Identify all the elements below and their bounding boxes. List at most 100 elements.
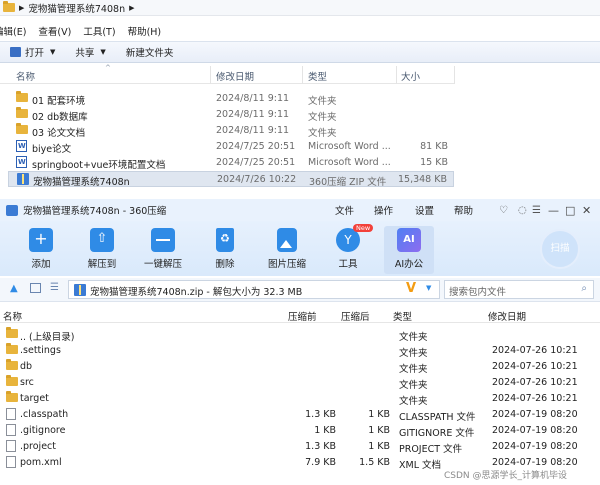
file-row[interactable]: 01 配套环境 2024/8/11 9:11 文件夹	[8, 91, 454, 107]
zip-size-before: 7.9 KB	[305, 457, 336, 468]
breadcrumb-arrow-icon: ▶	[129, 3, 135, 12]
zip-file-name: .gitignore	[20, 425, 66, 436]
file-size: 15,348 KB	[397, 174, 447, 185]
zip-file-type: CLASSPATH 文件	[399, 412, 476, 423]
add-label: 添加	[31, 259, 51, 270]
new-badge: New	[353, 224, 374, 232]
file-row[interactable]: 宠物猫管理系统7408n 2024/7/26 10:22 360压缩 ZIP 文件 1…	[8, 171, 454, 188]
search-icon[interactable]: ⌕	[581, 283, 587, 294]
dropdown-menu-icon[interactable]: ☰	[532, 205, 541, 216]
zip-file-row[interactable]: .. (上级目录) 文件夹	[4, 327, 596, 343]
zip-file-row[interactable]: .settings 文件夹 2024-07-26 10:21	[4, 343, 596, 359]
col-type[interactable]: 类型	[308, 69, 327, 83]
zip-path-field[interactable]: 宠物猫管理系统7408n.zip - 解包大小为 32.3 MB V ▼	[68, 280, 440, 299]
menu-view[interactable]: 查看(V)	[38, 24, 71, 38]
zip-file-type: 文件夹	[399, 348, 428, 359]
col-type[interactable]: 类型	[393, 309, 412, 323]
zip-file-type: 文件夹	[399, 380, 428, 391]
col-size[interactable]: 大小	[401, 69, 420, 83]
col-compressed-after[interactable]: 压缩后	[341, 309, 370, 323]
breadcrumb[interactable]: 宠物猫管理系统7408n	[28, 1, 125, 15]
delete-icon: ♻	[216, 228, 234, 252]
zip-file-date: 2024-07-26 10:21	[492, 377, 578, 388]
up-arrow-icon[interactable]: ▲	[10, 283, 18, 294]
file-name: 02 db数据库	[32, 112, 88, 123]
zip-file-type: PROJECT 文件	[399, 444, 463, 455]
file-type: 文件夹	[308, 96, 337, 107]
favorite-v-icon[interactable]: V	[406, 281, 416, 296]
zip-file-row[interactable]: .classpath 1.3 KB 1 KB CLASSPATH 文件 2024-07-…	[4, 407, 596, 423]
skin-icon[interactable]: ♡	[499, 205, 508, 216]
one-click-extract-button[interactable]: 一键解压	[138, 226, 188, 270]
ai-office-icon: AI	[397, 228, 421, 252]
address-bar[interactable]: ▶ 宠物猫管理系统7408n ▶	[0, 0, 600, 16]
explorer-toolbar: 打开 ▼ 共享 ▼ 新建文件夹	[0, 41, 600, 63]
zip-file-name: .project	[20, 441, 56, 452]
close-icon[interactable]: ✕	[582, 204, 591, 217]
folder-icon	[6, 343, 18, 354]
zip-search-input[interactable]: 搜索包内文件 ⌕	[444, 280, 594, 299]
zip-size-before: 1.3 KB	[305, 441, 336, 452]
file-row[interactable]: 02 db数据库 2024/8/11 9:11 文件夹	[8, 107, 454, 123]
scan-button[interactable]: 扫描	[540, 229, 580, 269]
menu-edit[interactable]: 编辑(E)	[0, 24, 26, 38]
zip-menu-settings[interactable]: 设置	[415, 203, 434, 217]
delete-label: 删除	[215, 259, 235, 270]
file-row[interactable]: biye论文 2024/7/25 20:51 Microsoft Word ... 8…	[8, 139, 454, 155]
zip-file-name: .classpath	[20, 409, 69, 420]
zip-menu-operate[interactable]: 操作	[374, 203, 393, 217]
zip-menu-file[interactable]: 文件	[335, 203, 354, 217]
zip-menu-help[interactable]: 帮助	[454, 203, 473, 217]
open-button[interactable]: 打开 ▼	[10, 45, 55, 59]
file-date: 2024/8/11 9:11	[216, 125, 290, 136]
zip-file-row[interactable]: .project 1.3 KB 1 KB PROJECT 文件 2024-07-19 0…	[4, 439, 596, 455]
zip-file-row[interactable]: src 文件夹 2024-07-26 10:21	[4, 375, 596, 391]
minimize-icon[interactable]: —	[548, 204, 559, 217]
col-date[interactable]: 修改日期	[488, 309, 526, 323]
ai-office-label: AI办公	[394, 259, 424, 270]
folder-icon	[6, 359, 18, 370]
col-compressed-before[interactable]: 压缩前	[288, 309, 317, 323]
menu-tools[interactable]: 工具(T)	[83, 24, 115, 38]
explorer-menu-bar: 编辑(E) 查看(V) 工具(T) 帮助(H)	[0, 22, 594, 40]
detail-view-icon[interactable]: ☰	[50, 282, 59, 293]
chevron-down-icon[interactable]: ▼	[426, 284, 431, 292]
explorer-window: ▶ 宠物猫管理系统7408n ▶ 编辑(E) 查看(V) 工具(T) 帮助(H)…	[0, 0, 600, 198]
sort-arrow-icon: ^	[105, 64, 111, 72]
zip-file-name: db	[20, 361, 33, 372]
zip-path-bar: ▲ ☰ 宠物猫管理系统7408n.zip - 解包大小为 32.3 MB V ▼…	[0, 278, 600, 302]
add-icon: +	[29, 228, 53, 252]
col-name[interactable]: 名称	[16, 69, 35, 83]
new-folder-button[interactable]: 新建文件夹	[126, 45, 174, 59]
list-view-icon[interactable]	[30, 283, 41, 293]
maximize-icon[interactable]: □	[565, 204, 575, 217]
zip-icon	[74, 284, 86, 296]
file-type: 360压缩 ZIP 文件	[309, 177, 387, 188]
col-name[interactable]: 名称	[3, 309, 22, 323]
zip-file-name: src	[20, 377, 34, 388]
file-type: 文件夹	[308, 128, 337, 139]
zip-size-after: 1 KB	[368, 409, 390, 420]
file-row[interactable]: springboot+vue环境配置文档 2024/7/25 20:51 Micro…	[8, 155, 454, 171]
extract-to-button[interactable]: ⇧ 解压到	[77, 226, 127, 270]
zip-size-after: 1 KB	[368, 441, 390, 452]
zip-path-text: 宠物猫管理系统7408n.zip - 解包大小为 32.3 MB	[90, 287, 303, 298]
share-button[interactable]: 共享 ▼	[75, 45, 105, 59]
feedback-icon[interactable]: ◌	[518, 205, 527, 216]
file-icon	[6, 456, 16, 468]
zip-file-row[interactable]: .gitignore 1 KB 1 KB GITIGNORE 文件 2024-07-19…	[4, 423, 596, 439]
col-date[interactable]: 修改日期	[216, 69, 254, 83]
zip-file-row[interactable]: db 文件夹 2024-07-26 10:21	[4, 359, 596, 375]
tools-button[interactable]: Y 工具 New	[323, 224, 374, 270]
zip-file-date: 2024-07-26 10:21	[492, 393, 578, 404]
ai-office-button[interactable]: AI AI办公	[384, 226, 434, 274]
file-row[interactable]: 03 论文文档 2024/8/11 9:11 文件夹	[8, 123, 454, 139]
zip-file-row[interactable]: target 文件夹 2024-07-26 10:21	[4, 391, 596, 407]
image-compress-button[interactable]: 图片压缩	[262, 226, 312, 270]
folder-icon	[6, 327, 18, 338]
zip-file-date: 2024-07-19 08:20	[492, 409, 578, 420]
add-button[interactable]: + 添加	[16, 226, 66, 270]
zip-file-type: 文件夹	[399, 364, 428, 375]
menu-help[interactable]: 帮助(H)	[128, 24, 162, 38]
delete-button[interactable]: ♻ 删除	[200, 226, 250, 270]
